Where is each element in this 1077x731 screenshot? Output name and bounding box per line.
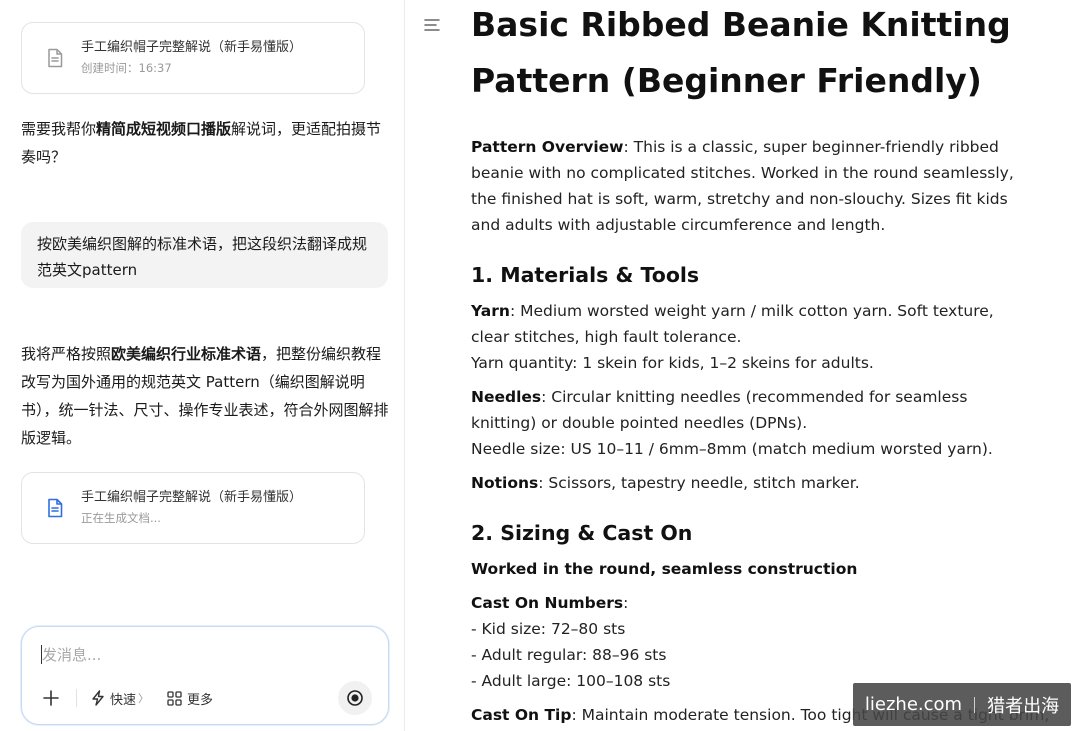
- quick-mode-label: 快速: [110, 692, 137, 708]
- needle-size: Needle size: US 10–11 / 6mm–8mm (match m…: [471, 440, 993, 458]
- watermark: liezhe.com 猎者出海: [853, 683, 1071, 726]
- watermark-domain: liezhe.com: [864, 694, 963, 715]
- assistant-message-2: 我将严格按照欧美编织行业标准术语，把整份编织教程改写为国外通用的规范英文 Pat…: [21, 340, 389, 452]
- chevron-right-icon: 〉: [138, 692, 150, 705]
- document-generating-icon: [48, 498, 63, 518]
- document-icon: [48, 48, 63, 68]
- record-icon: [347, 690, 363, 706]
- user-message: 按欧美编织图解的标准术语，把这段织法翻译成规范英文pattern: [21, 222, 388, 288]
- assistant-message-text: 我将严格按照: [21, 345, 112, 363]
- needles-label: Needles: [471, 388, 542, 406]
- quick-mode-button[interactable]: 快速 〉: [91, 689, 149, 708]
- construction-line: Worked in the round, seamless constructi…: [471, 560, 858, 578]
- plus-icon: [43, 690, 59, 706]
- notions-text: : Scissors, tapestry needle, stitch mark…: [538, 474, 860, 492]
- needles-paragraph: Needles: Circular knitting needles (reco…: [471, 384, 1031, 462]
- cast-on-label: Cast On Numbers: [471, 594, 624, 612]
- needles-text: : Circular knitting needles (recommended…: [471, 388, 968, 432]
- watermark-divider: [974, 696, 976, 713]
- user-message-text: 按欧美编织图解的标准术语，把这段织法翻译成规范英文pattern: [37, 235, 368, 279]
- grid-icon: [167, 690, 182, 706]
- yarn-quantity: Yarn quantity: 1 skein for kids, 1–2 ske…: [471, 354, 874, 372]
- doc-card-completed[interactable]: 手工编织帽子完整解说（新手易懂版） 创建时间：16:37: [21, 22, 365, 94]
- assistant-message-1: 需要我帮你精简成短视频口播版解说词，更适配拍摄节奏吗？: [21, 115, 389, 171]
- cast-on-paragraph: Cast On Numbers: - Kid size: 72–80 sts -…: [471, 590, 1031, 694]
- composer-toolbar: 快速 〉 更多: [38, 685, 231, 711]
- more-tools-button[interactable]: 更多: [167, 689, 213, 708]
- document-title: Basic Ribbed Beanie Knitting Pattern (Be…: [471, 5, 1011, 100]
- overview-label: Pattern Overview: [471, 138, 624, 156]
- section-heading-sizing: 2. Sizing & Cast On: [471, 521, 693, 545]
- cast-on-tip-label: Cast On Tip: [471, 706, 572, 724]
- message-input[interactable]: [42, 641, 362, 669]
- section-heading-materials: 1. Materials & Tools: [471, 263, 700, 287]
- yarn-paragraph: Yarn: Medium worsted weight yarn / milk …: [471, 298, 1031, 376]
- lightning-icon: [92, 690, 104, 706]
- cast-on-adult-regular: - Adult regular: 88–96 sts: [471, 646, 667, 664]
- document-pane: Basic Ribbed Beanie Knitting Pattern (Be…: [406, 0, 1077, 731]
- outline-menu-icon[interactable]: [423, 17, 441, 33]
- notions-label: Notions: [471, 474, 539, 492]
- cast-on-kid: - Kid size: 72–80 sts: [471, 620, 626, 638]
- yarn-label: Yarn: [471, 302, 510, 320]
- doc-card-status: 正在生成文档...: [81, 511, 161, 525]
- cast-on-adult-large: - Adult large: 100–108 sts: [471, 672, 671, 690]
- doc-card-title: 手工编织帽子完整解说（新手易懂版）: [81, 490, 303, 505]
- construction-paragraph: Worked in the round, seamless constructi…: [471, 556, 1031, 582]
- yarn-text: : Medium worsted weight yarn / milk cott…: [471, 302, 994, 346]
- watermark-brand: 猎者出海: [987, 695, 1060, 717]
- assistant-message-text: 需要我帮你: [21, 120, 97, 138]
- more-tools-label: 更多: [187, 692, 214, 708]
- assistant-message-bold: 欧美编织行业标准术语: [111, 345, 262, 363]
- assistant-message-bold: 精简成短视频口播版: [96, 120, 232, 138]
- doc-card-text: 手工编织帽子完整解说（新手易懂版） 创建时间：16:37: [81, 39, 302, 77]
- chat-pane: 手工编织帽子完整解说（新手易懂版） 创建时间：16:37 需要我帮你精简成短视频…: [0, 0, 405, 731]
- doc-card-title: 手工编织帽子完整解说（新手易懂版）: [81, 40, 303, 55]
- add-attachment-button[interactable]: [38, 685, 64, 711]
- notions-paragraph: Notions: Scissors, tapestry needle, stit…: [471, 470, 1031, 496]
- document-content: Basic Ribbed Beanie Knitting Pattern (Be…: [471, 0, 1049, 728]
- doc-card-generating[interactable]: 手工编织帽子完整解说（新手易懂版） 正在生成文档...: [21, 472, 365, 544]
- voice-input-button[interactable]: [338, 681, 372, 715]
- overview-paragraph: Pattern Overview: This is a classic, sup…: [471, 134, 1031, 238]
- doc-card-subtitle: 创建时间：16:37: [81, 61, 172, 75]
- doc-card-text: 手工编织帽子完整解说（新手易懂版） 正在生成文档...: [81, 489, 302, 527]
- message-composer: 快速 〉 更多: [21, 626, 389, 725]
- cast-on-colon: :: [623, 594, 629, 612]
- toolbar-divider: [76, 689, 77, 707]
